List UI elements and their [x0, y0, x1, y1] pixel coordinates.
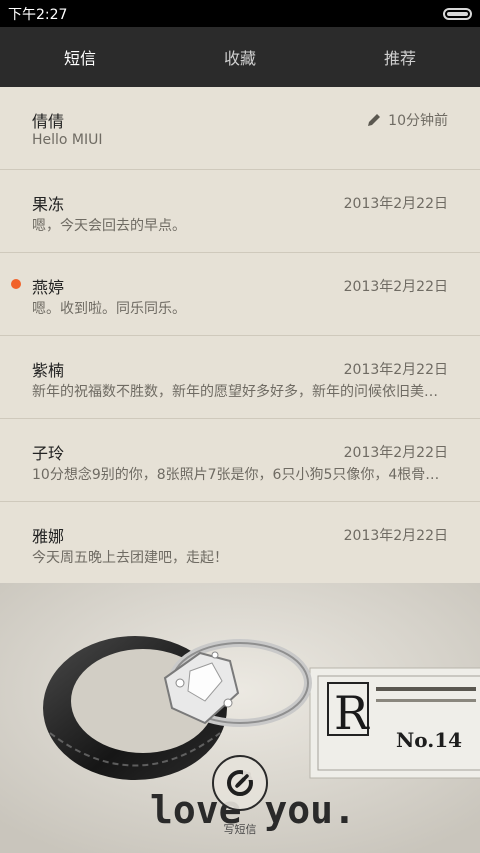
contact-name: 倩倩	[32, 112, 65, 131]
compose-circle[interactable]	[212, 755, 268, 811]
contact-name: 子玲	[32, 444, 65, 463]
battery-icon	[443, 7, 472, 20]
conversation-time-text: 10分钟前	[388, 113, 448, 129]
conversation-date: 2013年2月22日	[343, 445, 448, 461]
conversation-list: 倩倩 10分钟前 Hello MIUI 果冻 2013年2月22日 嗯，今天会回…	[0, 87, 480, 585]
compose-label: 写短信	[223, 823, 257, 836]
conversation-date: 2013年2月22日	[343, 528, 448, 544]
conversation-row[interactable]: 倩倩 10分钟前 Hello MIUI	[0, 87, 480, 170]
unread-indicator	[11, 279, 21, 289]
tab-favorites[interactable]: 收藏	[160, 27, 320, 87]
conversation-date: 2013年2月22日	[343, 279, 448, 295]
contact-name: 燕婷	[32, 278, 65, 297]
tag-number: No.14	[396, 728, 462, 752]
status-bar: 下午2:27	[0, 0, 480, 27]
conversation-row[interactable]: 子玲 2013年2月22日 10分想念9别的你，8张照片7张是你，6只小狗5只像…	[0, 419, 480, 502]
tab-bar: 短信 收藏 推荐	[0, 27, 480, 87]
contact-name: 紫楠	[32, 361, 65, 380]
message-preview: 10分想念9别的你，8张照片7张是你，6只小狗5只像你，4根骨头…	[32, 467, 448, 483]
message-preview: 新年的祝福数不胜数，新年的愿望好多好多，新年的问候依旧美好…	[32, 384, 448, 400]
conversation-row[interactable]: 紫楠 2013年2月22日 新年的祝福数不胜数，新年的愿望好多好多，新年的问候依…	[0, 336, 480, 419]
conversation-date: 2013年2月22日	[343, 362, 448, 378]
compose-icon	[227, 770, 253, 796]
contact-name: 雅娜	[32, 527, 65, 546]
conversation-date: 2013年2月22日	[343, 196, 448, 212]
message-preview: Hello MIUI	[32, 132, 103, 148]
message-preview: 嗯，今天会回去的早点。	[32, 218, 186, 234]
contact-name: 果冻	[32, 195, 65, 214]
tag-letter: R	[334, 686, 370, 740]
tab-messages[interactable]: 短信	[0, 27, 160, 87]
status-time: 下午2:27	[8, 6, 68, 23]
conversation-row[interactable]: 雅娜 2013年2月22日 今天周五晚上去团建吧，走起！	[0, 502, 480, 585]
conversation-row[interactable]: 果冻 2013年2月22日 嗯，今天会回去的早点。	[0, 170, 480, 253]
pencil-icon	[368, 114, 381, 126]
conversation-row[interactable]: 燕婷 2013年2月22日 嗯。收到啦。同乐同乐。	[0, 253, 480, 336]
name-tag: R No.14	[309, 667, 480, 779]
message-preview: 嗯。收到啦。同乐同乐。	[32, 301, 186, 317]
conversation-time: 10分钟前	[366, 110, 448, 130]
compose-button[interactable]: 写短信	[212, 755, 268, 836]
tab-recommended[interactable]: 推荐	[320, 27, 480, 87]
message-preview: 今天周五晚上去团建吧，走起！	[32, 550, 228, 566]
